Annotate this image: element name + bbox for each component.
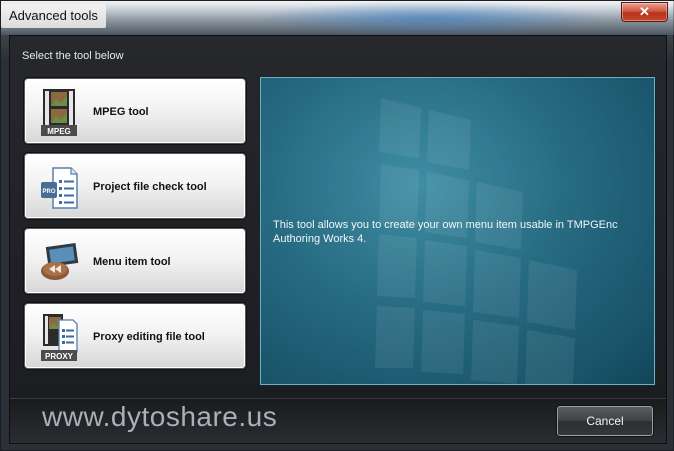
pro-badge: PRO [42,189,55,195]
proxy-editing-file-tool-button[interactable]: PROXY Proxy editing file tool [24,303,246,369]
title-bar-glow [251,1,611,35]
project-file-check-tool-label: Project file check tool [93,181,207,193]
mpeg-badge: MPEG [47,127,71,136]
mpeg-film-icon: MPEG [41,89,77,136]
window-title: Advanced tools [1,4,106,28]
dialog-client-area: Select the tool below MPEG MPEG tool PRO… [9,35,667,444]
advanced-tools-window: Advanced tools ✕ Select the tool below M… [0,0,674,451]
proxy-file-icon: PROXY [41,314,78,361]
proxy-badge: PROXY [45,352,74,361]
select-tool-prompt: Select the tool below [22,50,124,62]
proxy-editing-file-tool-label: Proxy editing file tool [93,331,205,343]
tool-description-text: This tool allows you to create your own … [273,219,618,245]
mpeg-tool-button[interactable]: MPEG MPEG tool [24,78,246,144]
dialog-footer: www.dytoshare.us Cancel [10,398,666,443]
menu-item-tool-label: Menu item tool [93,256,171,268]
project-file-check-icon: PRO [41,167,78,209]
site-watermark: www.dytoshare.us [42,401,278,432]
close-button[interactable]: ✕ [621,2,668,22]
tool-description-panel: This tool allows you to create your own … [260,77,655,385]
menu-item-icon [41,243,79,280]
menu-item-tool-button[interactable]: Menu item tool [24,228,246,294]
project-file-check-tool-button[interactable]: PRO Project file check tool [24,153,246,219]
title-bar[interactable]: Advanced tools ✕ [1,1,674,35]
tool-selection-area: Select the tool below MPEG MPEG tool PRO… [10,36,666,398]
cancel-button[interactable]: Cancel [557,406,653,436]
close-icon: ✕ [639,4,650,19]
mpeg-tool-label: MPEG tool [93,106,149,118]
